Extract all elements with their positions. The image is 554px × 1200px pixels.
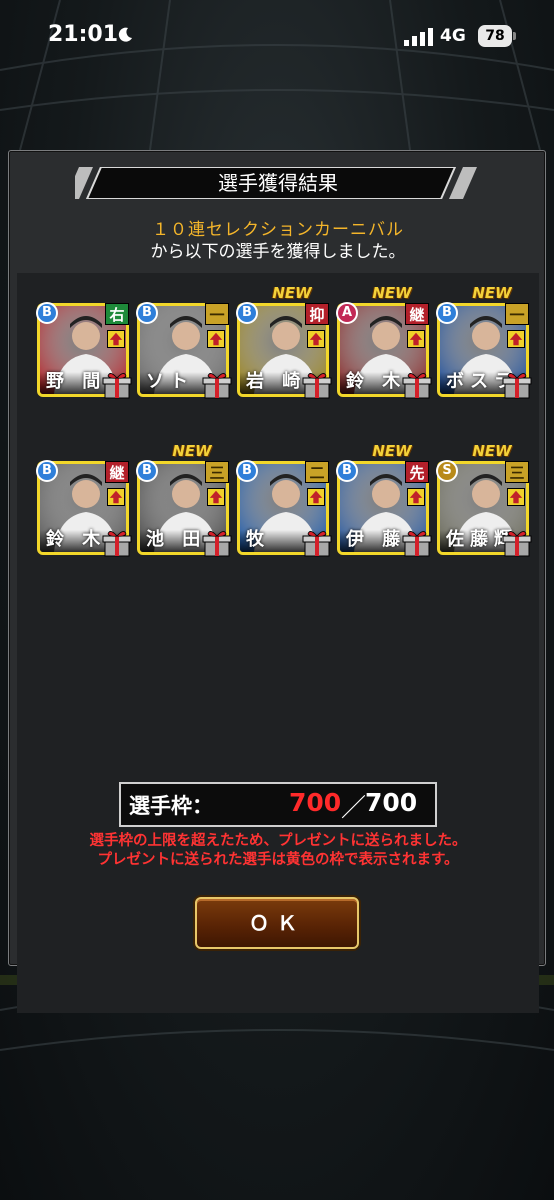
slot-label: 選手枠： [129,794,213,818]
result-dialog: 選手獲得結果 １０連セレクションカーニバル から以下の選手を獲得しました。 野 … [8,150,546,1013]
player-name: 鈴 木 [46,529,107,550]
rank-badge: B [236,302,258,324]
player-card[interactable]: 鈴 木 B 継 [36,460,132,557]
upgrade-arrow-icon [107,330,125,348]
player-name: 岩 崎 [246,371,307,392]
slot-max: 700 [365,788,418,817]
gift-icon [302,373,332,399]
new-label: NEW [472,284,512,302]
upgrade-arrow-icon [507,330,525,348]
network-label: 4G [440,26,466,46]
rank-badge: B [36,460,58,482]
player-card[interactable]: 池 田 B 三 NEW [136,442,232,557]
player-card[interactable]: 岩 崎 B 抑 NEW [236,284,332,399]
moon-icon [118,27,132,42]
gift-icon [402,373,432,399]
position-badge: 一 [505,303,529,325]
status-bar: 21:01 4G 78 [0,0,554,74]
ok-button[interactable]: ＯＫ [195,897,359,949]
rank-badge: B [136,460,158,482]
player-card[interactable]: 牧 B 二 [236,460,332,557]
upgrade-arrow-icon [407,330,425,348]
upgrade-arrow-icon [507,488,525,506]
gift-icon [502,531,532,557]
upgrade-arrow-icon [207,488,225,506]
slot-current: 700 [289,788,342,817]
slot-separator: ／ [341,793,367,822]
gift-icon [102,531,132,557]
player-name: 池 田 [146,529,207,550]
rank-badge: B [36,302,58,324]
position-badge: 右 [105,303,129,325]
gift-icon [102,373,132,399]
upgrade-arrow-icon [407,488,425,506]
position-badge: 抑 [305,303,329,325]
position-badge: 二 [305,461,329,483]
player-card[interactable]: 伊 藤 B 先 NEW [336,442,432,557]
rank-badge: B [136,302,158,324]
position-badge: 一 [205,303,229,325]
dialog-title: 選手獲得結果 [218,171,338,195]
player-card[interactable]: 鈴 木 A 継 NEW [336,284,432,399]
player-name: 牧 [246,529,270,550]
player-card[interactable]: 野 間 B 右 [36,302,132,399]
player-name: ソト [146,371,194,392]
signal-icon [404,28,433,46]
player-name: 野 間 [46,371,107,392]
gift-icon [402,531,432,557]
present-notice: プレゼントに送られた選手は黄色の枠で表示されます。 [97,852,459,868]
new-label: NEW [172,442,212,460]
upgrade-arrow-icon [207,330,225,348]
gift-icon [202,373,232,399]
battery-icon: 78 [478,25,512,47]
new-label: NEW [372,442,412,460]
rank-badge: B [436,302,458,324]
status-time: 21:01 [48,22,119,47]
upgrade-arrow-icon [107,488,125,506]
position-badge: 三 [505,461,529,483]
player-card[interactable]: 佐藤輝 S 三 NEW [436,442,532,557]
battery-tip [513,32,516,40]
player-card[interactable]: ソト B 一 [136,302,232,399]
player-name: 伊 藤 [346,529,407,550]
result-message: から以下の選手を獲得しました。 [150,242,406,262]
rank-badge: B [236,460,258,482]
overflow-notice: 選手枠の上限を超えたため、プレゼントに送られました。 [89,833,467,849]
upgrade-arrow-icon [307,488,325,506]
slot-counter: 選手枠： 700 ／ 700 [119,782,437,827]
position-badge: 継 [105,461,129,483]
rank-badge: S [436,460,458,482]
new-label: NEW [372,284,412,302]
player-name: 鈴 木 [346,371,407,392]
position-badge: 三 [205,461,229,483]
rank-badge: B [336,460,358,482]
upgrade-arrow-icon [307,330,325,348]
position-badge: 継 [405,303,429,325]
gift-icon [202,531,232,557]
new-label: NEW [272,284,312,302]
player-card[interactable]: ボスラ B 一 NEW [436,284,532,399]
gift-icon [302,531,332,557]
new-label: NEW [472,442,512,460]
position-badge: 先 [405,461,429,483]
gift-icon [502,373,532,399]
rank-badge: A [336,302,358,324]
